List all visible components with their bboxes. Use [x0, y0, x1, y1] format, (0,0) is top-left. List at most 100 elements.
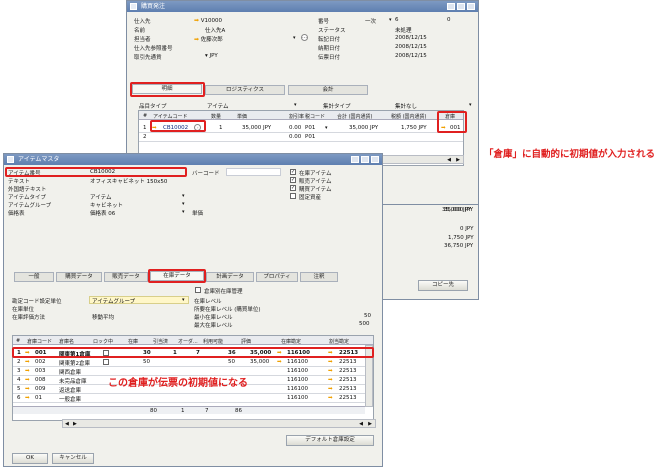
link-arrow-icon[interactable]: ➡ — [25, 368, 30, 374]
delivery-date-field[interactable]: 2008/12/15 — [395, 44, 427, 50]
vendor-name-field[interactable]: 仕入先A — [205, 26, 225, 34]
manage-by-warehouse-checkbox[interactable] — [195, 287, 201, 293]
posting-date-field[interactable]: 2008/12/15 — [395, 35, 427, 41]
scroll-right-icon[interactable]: ▶ — [368, 421, 372, 427]
col-header: 倉庫コード — [27, 339, 53, 345]
col-header: # — [16, 338, 21, 344]
link-arrow-icon[interactable]: ➡ — [25, 386, 30, 392]
maximize-icon[interactable] — [457, 3, 465, 10]
delivery-date-label: 納期日付 — [318, 46, 341, 52]
locked-checkbox[interactable] — [103, 359, 109, 365]
link-arrow-icon[interactable]: ➡ — [194, 17, 199, 24]
currency-field[interactable]: ▾ JPY — [205, 53, 218, 59]
tab-logistics[interactable]: ロジスティクス — [205, 85, 285, 95]
dropdown-icon[interactable]: ▾ — [182, 201, 185, 207]
link-arrow-icon[interactable]: ➡ — [194, 36, 199, 43]
col-header: 評価 — [241, 339, 252, 345]
dropdown-icon[interactable]: ▾ — [182, 209, 185, 215]
scroll-right-icon[interactable]: ▶ — [456, 157, 460, 163]
max-level-label: 最大在庫レベル — [194, 323, 233, 329]
purchase-item-checkbox[interactable]: ✓ — [290, 185, 296, 191]
item-type-label: アイテムタイプ — [8, 195, 46, 201]
vendor-field[interactable]: ➡ V10000 — [194, 17, 222, 24]
gl-method-label: 勘定コード設定単位 — [12, 299, 62, 305]
doc-number-sub-field[interactable]: 0 — [447, 17, 451, 23]
ok-button[interactable]: OK — [12, 453, 48, 464]
fixed-asset-checkbox[interactable] — [290, 193, 296, 199]
tab-purchasing[interactable]: 購買データ — [56, 272, 102, 282]
link-arrow-icon[interactable]: ➡ — [328, 386, 333, 392]
barcode-field[interactable] — [226, 168, 281, 176]
dropdown-icon[interactable]: ▾ — [293, 35, 296, 41]
close-icon[interactable] — [371, 156, 379, 163]
barcode-label: バーコード — [192, 171, 220, 177]
contact-detail-icon[interactable]: … — [301, 34, 308, 41]
price-list-label: 価格表 — [8, 211, 25, 217]
minimize-icon[interactable] — [447, 3, 455, 10]
inventory-uom-label: 在庫単位 — [12, 307, 35, 313]
item-type-select[interactable]: アイテム — [207, 102, 228, 110]
default-warehouse-button[interactable]: デフォルト倉庫設定 — [286, 435, 374, 446]
maximize-icon[interactable] — [361, 156, 369, 163]
dropdown-icon[interactable]: ▾ — [205, 53, 208, 59]
close-icon[interactable] — [467, 3, 475, 10]
link-arrow-icon[interactable]: ➡ — [328, 395, 333, 401]
dropdown-icon[interactable]: ▾ — [294, 102, 297, 108]
dropdown-icon[interactable]: ▾ — [325, 125, 328, 131]
dropdown-icon[interactable]: ▾ — [389, 17, 392, 23]
sales-item-checkbox[interactable]: ✓ — [290, 177, 296, 183]
doc-number-field[interactable]: 6 — [395, 17, 399, 23]
link-arrow-icon[interactable]: ➡ — [328, 377, 333, 383]
dropdown-icon[interactable]: ▾ — [182, 193, 185, 199]
tab-remarks[interactable]: 注釈 — [300, 272, 338, 282]
col-header: 合計 (国内通貨) — [337, 114, 373, 120]
col-header: 在庫 — [128, 339, 139, 345]
required-level-label: 所要在庫レベル (購買単位) — [194, 307, 261, 313]
link-arrow-icon[interactable]: ➡ — [25, 377, 30, 383]
annotation-warehouse-default: 「倉庫」に自動的に初期値が入力される — [484, 149, 656, 160]
min-level-field[interactable]: 50 — [364, 313, 371, 319]
cancel-button[interactable]: キャンセル — [52, 453, 94, 464]
po-titlebar: 購買発注 — [127, 1, 478, 12]
link-arrow-icon[interactable]: ➡ — [328, 368, 333, 374]
copy-to-button[interactable]: コピー先 — [418, 280, 468, 291]
minimize-icon[interactable] — [351, 156, 359, 163]
dropdown-icon[interactable]: ▾ — [182, 297, 185, 303]
table-row[interactable]: 6 ➡ 01 一般倉庫 116100 ➡ 22513 — [13, 394, 373, 403]
col-header: 引当済 — [153, 339, 169, 345]
foreign-name-label: 外国語テキスト — [8, 187, 47, 193]
name-label: 名前 — [134, 28, 146, 34]
link-arrow-icon[interactable]: ➡ — [25, 395, 30, 401]
item-type-select[interactable]: アイテム — [90, 193, 111, 201]
tab-accounting[interactable]: 会計 — [288, 85, 368, 95]
tax-total: 1,750 JPY — [448, 235, 474, 241]
tab-sales[interactable]: 販売データ — [104, 272, 148, 282]
status-value: 未処理 — [395, 28, 412, 34]
col-header: # — [143, 113, 148, 119]
link-arrow-icon[interactable]: ➡ — [277, 359, 282, 365]
inventory-item-checkbox[interactable]: ✓ — [290, 169, 296, 175]
summary-type-select[interactable]: 集計なし — [395, 102, 417, 110]
description-field[interactable]: オフィスキャビネット 150x50 — [90, 177, 167, 185]
table-row[interactable]: 2 ➡ 002 関東第2倉庫 50 50 35,000 ➡ 116100 ➡ 2… — [13, 358, 373, 367]
col-header: 倉庫名 — [59, 339, 75, 345]
series-select[interactable]: 一次 — [365, 17, 376, 25]
item-group-select[interactable]: キャビネット — [90, 201, 123, 209]
document-date-field[interactable]: 2008/12/15 — [395, 53, 427, 59]
horizontal-scrollbar[interactable]: ◀ ▶ ◀ ▶ — [62, 419, 376, 428]
scroll-left-icon[interactable]: ◀ — [447, 157, 451, 163]
tab-general[interactable]: 一般 — [14, 272, 54, 282]
price-list-select[interactable]: 価格表 06 — [90, 209, 115, 217]
dropdown-icon[interactable]: ▾ — [469, 102, 472, 108]
contact-field[interactable]: ➡ 佐藤次郎 — [194, 35, 223, 43]
max-level-field[interactable]: 500 — [359, 321, 370, 327]
scroll-left-icon[interactable]: ◀ — [359, 421, 363, 427]
table-row[interactable]: 2 0.00 P01 — [139, 133, 463, 142]
totals-row: 80 1 7 86 — [13, 406, 365, 414]
scroll-left-icon[interactable]: ◀ — [65, 421, 69, 427]
link-arrow-icon[interactable]: ➡ — [25, 359, 30, 365]
link-arrow-icon[interactable]: ➡ — [328, 359, 333, 365]
tab-properties[interactable]: プロパティ — [256, 272, 298, 282]
tab-planning[interactable]: 計画データ — [206, 272, 254, 282]
scroll-right-icon[interactable]: ▶ — [73, 421, 77, 427]
